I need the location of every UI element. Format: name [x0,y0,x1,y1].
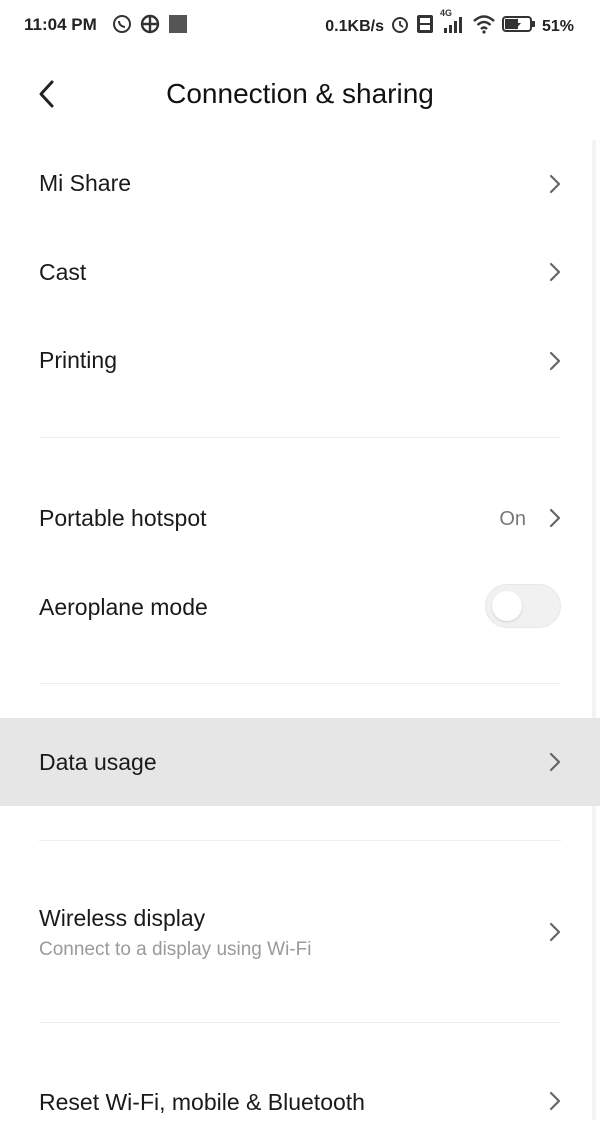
list-item-reset-network[interactable]: Reset Wi-Fi, mobile & Bluetooth [0,1062,600,1126]
battery-percent: 51% [541,17,574,35]
chevron-right-icon [549,752,561,772]
toggle-knob [492,591,522,621]
network-type: 4G [439,8,452,18]
status-right: 0.1KB/s 4G 51% [325,8,574,39]
list-item-label: Printing [39,347,117,373]
alarm-icon [390,14,410,39]
battery-icon [501,14,536,39]
list-item-label: Aeroplane mode [39,594,208,620]
app-header: Connection & sharing [0,60,600,132]
list-item-cast[interactable]: Cast [0,228,600,316]
whatsapp-icon [112,14,132,39]
section-divider [39,683,561,684]
section-divider [39,1022,561,1023]
hotspot-status: On [499,508,526,530]
list-item-label: Mi Share [39,170,132,196]
chevron-right-icon [549,1091,561,1111]
signal-icon: 4G [440,8,466,39]
list-item-label: Cast [39,259,87,285]
status-time: 11:04 PM [24,15,97,34]
network-speed: 0.1KB/s [325,17,384,35]
section-divider [39,840,561,841]
list-item-mi-share[interactable]: Mi Share [0,140,600,228]
list-item-portable-hotspot[interactable]: Portable hotspot On [0,474,600,562]
list-item-printing[interactable]: Printing [0,316,600,404]
section-divider [39,437,561,438]
list-item-label: Reset Wi-Fi, mobile & Bluetooth [39,1089,365,1115]
chevron-right-icon [549,262,561,282]
aeroplane-mode-toggle[interactable] [485,584,561,628]
status-bar: 11:04 PM 0.1KB/s 4G 51% [0,0,600,52]
chevron-right-icon [549,351,561,371]
volte-icon [416,14,434,39]
list-item-label: Portable hotspot [39,505,207,531]
list-item-data-usage[interactable]: Data usage [0,718,600,806]
chevron-right-icon [549,922,561,942]
list-item-label: Data usage [39,749,157,775]
list-item-wireless-display[interactable]: Wireless display Connect to a display us… [0,886,600,982]
list-item-subtitle: Connect to a display using Wi-Fi [39,939,312,960]
chevron-right-icon [549,174,561,194]
status-left-icons [112,14,188,39]
list-item-aeroplane-mode[interactable]: Aeroplane mode [0,562,600,650]
square-notification-icon [168,14,188,39]
app-notification-icon [140,14,160,39]
page-title: Connection & sharing [166,78,434,109]
chevron-right-icon [549,508,561,528]
wifi-icon [472,14,496,39]
list-item-label: Wireless display [39,905,206,931]
